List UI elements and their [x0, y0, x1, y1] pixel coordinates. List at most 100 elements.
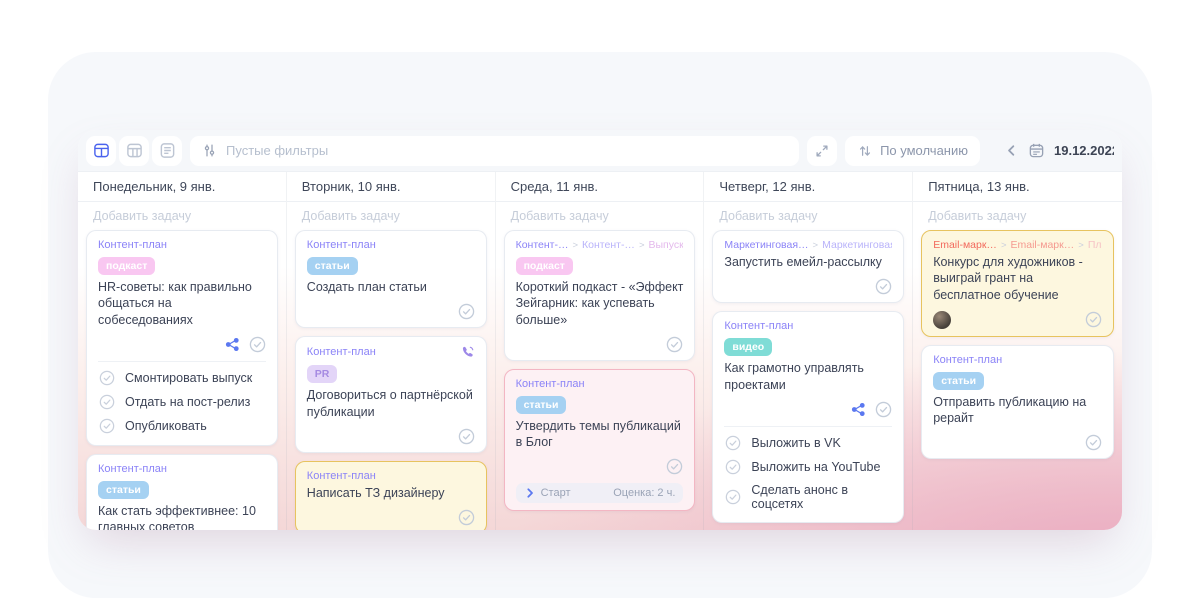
- task-card[interactable]: Контент-…>Контент-…>Выпуски подк…подкаст…: [503, 230, 696, 361]
- day-header: Вторник, 10 янв.: [286, 172, 495, 202]
- share-icon[interactable]: [851, 402, 866, 417]
- check-icon[interactable]: [875, 278, 892, 295]
- card-actions: [724, 401, 892, 418]
- card-actions: [933, 434, 1102, 451]
- card-actions: [724, 278, 892, 295]
- card-project-link[interactable]: Контент-план: [98, 463, 167, 475]
- card-project-link[interactable]: Контент-план: [98, 239, 167, 251]
- board-columns: Понедельник, 9 янв. Добавить задачу Контен…: [78, 172, 1122, 530]
- card-action-icons: [1085, 311, 1102, 328]
- card-project-link[interactable]: Контент-план: [933, 354, 1002, 366]
- card-breadcrumb-item[interactable]: Маркетинговая…: [724, 239, 808, 251]
- filter-input[interactable]: Пустые фильтры: [190, 135, 800, 166]
- avatar: [933, 310, 952, 329]
- card-action-icons: [225, 336, 266, 353]
- toolbar: Пустые фильтры По умолчанию 19.12.2022: [78, 130, 1122, 172]
- card-breadcrumb-item[interactable]: Маркетинговая…: [822, 239, 892, 251]
- task-card[interactable]: Контент-план статьи Создать план статьи: [294, 230, 487, 329]
- check-icon[interactable]: [99, 370, 115, 386]
- card-action-icons: [851, 401, 892, 418]
- card-stack: Контент-план подкаст HR-советы: как правил…: [78, 228, 286, 530]
- card-breadcrumb-item[interactable]: Email-марк…: [1011, 239, 1075, 251]
- task-card[interactable]: Контент-план PR Договориться о партнёрской…: [294, 336, 487, 453]
- subtask-label: Опубликовать: [125, 418, 207, 433]
- day-column: Понедельник, 9 янв. Добавить задачу Контен…: [78, 172, 287, 530]
- card-actions: [307, 509, 475, 526]
- add-task-button[interactable]: Добавить задачу: [704, 202, 912, 228]
- add-task-button[interactable]: Добавить задачу: [78, 202, 286, 228]
- add-task-button[interactable]: Добавить задачу: [496, 202, 704, 228]
- task-card[interactable]: Контент-план подкаст HR-советы: как правил…: [86, 230, 278, 446]
- card-action-icons: [458, 509, 475, 526]
- card-title: Договориться о партнёрской публикации: [306, 388, 473, 419]
- card-breadcrumb-item[interactable]: Email-марк…: [933, 239, 997, 251]
- card-project-link[interactable]: Контент-план: [307, 346, 376, 358]
- list-view-button[interactable]: [152, 135, 182, 166]
- sort-button[interactable]: По умолчанию: [845, 135, 980, 166]
- card-project-link[interactable]: Контент-план: [724, 320, 793, 332]
- add-task-button[interactable]: Добавить задачу: [913, 202, 1122, 228]
- task-card[interactable]: Контент-план статьи Отправить публикацию н…: [921, 344, 1114, 460]
- card-action-icons: [875, 278, 892, 295]
- card-title: Написать ТЗ дизайнеру: [306, 485, 445, 500]
- subtask-row[interactable]: Выложить в VK: [724, 431, 892, 455]
- card-project-link[interactable]: Контент-план: [307, 470, 376, 482]
- calendar-icon[interactable]: [1028, 142, 1045, 159]
- check-icon[interactable]: [875, 401, 892, 418]
- card-breadcrumb-item[interactable]: План на м…: [1088, 239, 1102, 251]
- expand-button[interactable]: [807, 135, 838, 166]
- card-breadcrumb-item[interactable]: Контент-…: [516, 239, 569, 251]
- card-project-link[interactable]: Контент-план: [516, 378, 585, 390]
- card-action-icons: [666, 336, 683, 353]
- task-card[interactable]: Контент-план статьи Утвердить темы публика…: [503, 368, 696, 512]
- card-stack: Контент-план статьи Создать план статьи Кон…: [287, 228, 495, 530]
- check-icon[interactable]: [725, 459, 741, 475]
- check-icon[interactable]: [1085, 434, 1102, 451]
- board-view-button[interactable]: [86, 135, 116, 166]
- add-task-button[interactable]: Добавить задачу: [287, 202, 495, 228]
- phone-icon[interactable]: [461, 345, 475, 359]
- card-breadcrumb-item[interactable]: Выпуски подк…: [649, 239, 684, 251]
- chevron-left-icon[interactable]: [1004, 143, 1019, 158]
- check-icon[interactable]: [249, 336, 266, 353]
- task-card[interactable]: Контент-план видео Как грамотно управлять …: [712, 311, 905, 523]
- check-icon[interactable]: [458, 428, 475, 445]
- subtask-row[interactable]: Сделать анонс в соцсетях: [724, 479, 892, 515]
- card-breadcrumb-item[interactable]: Контент-…: [582, 239, 635, 251]
- check-icon[interactable]: [99, 418, 115, 434]
- subtask-row[interactable]: Смонтировать выпуск: [98, 366, 266, 390]
- task-card[interactable]: Email-марк…>Email-марк…>План на м…Конкур…: [921, 230, 1114, 337]
- task-card[interactable]: Контент-план Написать ТЗ дизайнеру: [294, 460, 487, 530]
- card-actions: [307, 303, 475, 320]
- card-breadcrumb: Контент-…>Контент-…>Выпуски подк…: [516, 239, 684, 251]
- task-card[interactable]: Контент-план статьи Как стать эффективнее:…: [86, 453, 278, 530]
- card-title: Создать план статьи: [306, 280, 427, 294]
- card-breadcrumb: Маркетинговая…>Маркетинговая…>И…: [724, 239, 892, 251]
- app-container: Пустые фильтры По умолчанию 19.12.2022 П…: [48, 52, 1152, 598]
- check-icon[interactable]: [458, 303, 475, 320]
- check-icon[interactable]: [666, 336, 683, 353]
- check-icon[interactable]: [725, 435, 741, 451]
- check-icon[interactable]: [666, 458, 683, 475]
- share-icon[interactable]: [225, 337, 240, 352]
- date-navigation: 19.12.2022: [1004, 142, 1114, 159]
- list-view-icon: [159, 142, 176, 159]
- tag-badge: статьи: [98, 480, 149, 499]
- check-icon[interactable]: [99, 394, 115, 410]
- card-title: Отправить публикацию на рерайт: [933, 394, 1087, 425]
- tag-badge: статьи: [306, 257, 358, 275]
- card-title: Как грамотно управлять проектами: [724, 361, 864, 392]
- subtask-row[interactable]: Опубликовать: [98, 414, 266, 438]
- check-icon[interactable]: [458, 509, 475, 526]
- card-project-link[interactable]: Контент-план: [307, 239, 376, 251]
- subtask-row[interactable]: Выложить на YouTube: [724, 455, 892, 479]
- date-label[interactable]: 19.12.2022: [1054, 143, 1114, 158]
- subtask-row[interactable]: Отдать на пост-релиз: [98, 390, 266, 414]
- card-action-icons: [458, 303, 475, 320]
- card-actions: [933, 310, 1102, 329]
- card-actions: [98, 336, 266, 353]
- check-icon[interactable]: [1085, 311, 1102, 328]
- table-view-button[interactable]: [119, 135, 149, 166]
- check-icon[interactable]: [725, 489, 741, 505]
- task-card[interactable]: Маркетинговая…>Маркетинговая…>И… Запустит…: [712, 230, 905, 304]
